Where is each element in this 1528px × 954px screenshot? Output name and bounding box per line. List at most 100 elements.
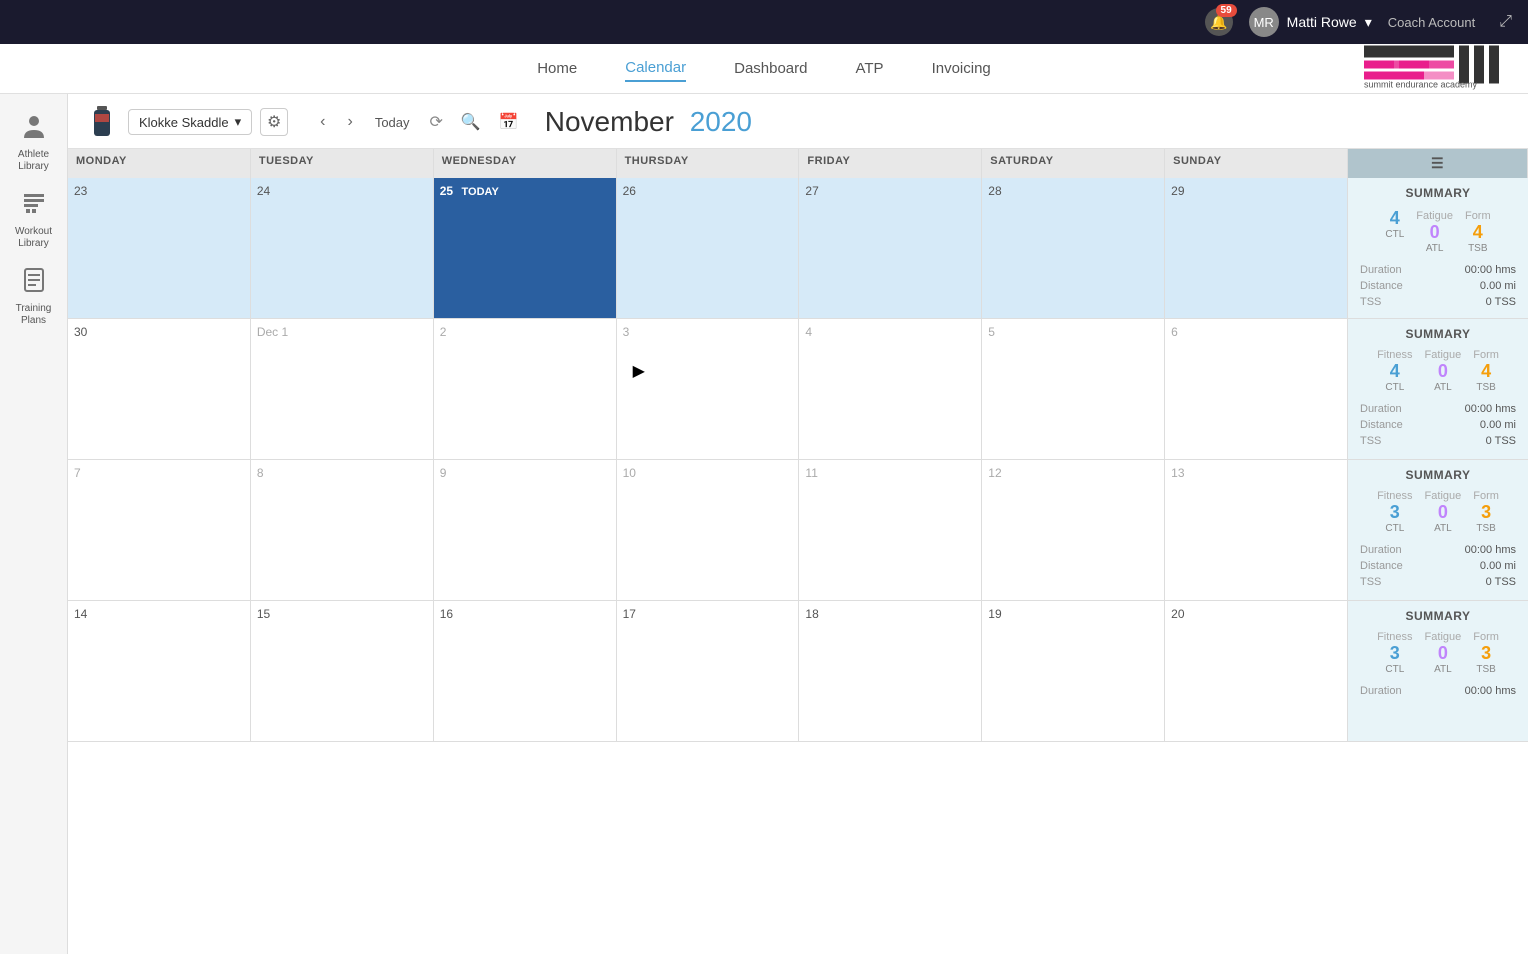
day-cell-10[interactable]: 10: [617, 460, 800, 600]
day-cell-8[interactable]: 8: [251, 460, 434, 600]
day-cell-dec2[interactable]: 2: [434, 319, 617, 459]
day-cell-7[interactable]: 7: [68, 460, 251, 600]
day-header-saturday: SATURDAY: [982, 149, 1165, 178]
sidebar-item-athlete-library[interactable]: AthleteLibrary: [3, 106, 65, 179]
coach-account-link[interactable]: Coach Account: [1388, 15, 1475, 30]
tss-row: TSS 0 TSS: [1360, 294, 1516, 310]
workout-library-label: WorkoutLibrary: [15, 226, 52, 250]
calendar-area: Klokke Skaddle ▾ ⚙ ‹ › Today ⟳ 🔍 📅 Novem…: [68, 94, 1528, 954]
sidebar-item-workout-library[interactable]: WorkoutLibrary: [3, 183, 65, 256]
fatigue-label: ATL: [1416, 243, 1453, 254]
tss-label: TSS: [1360, 576, 1381, 588]
day-cell-30[interactable]: 30: [68, 319, 251, 459]
day-cell-dec1[interactable]: Dec 1: [251, 319, 434, 459]
nav-atp[interactable]: ATP: [856, 56, 884, 81]
day-cell-23[interactable]: 23: [68, 178, 251, 318]
form-stat: Form 4 TSB: [1473, 349, 1499, 393]
day-cell-dec6[interactable]: 6: [1165, 319, 1348, 459]
day-cell-dec4[interactable]: 4: [799, 319, 982, 459]
athlete-dropdown[interactable]: Klokke Skaddle ▾: [128, 109, 252, 135]
content-area: AthleteLibrary WorkoutLibrary: [0, 94, 1528, 954]
duration-value: 00:00 hms: [1465, 685, 1516, 697]
day-cell-14[interactable]: 14: [68, 601, 251, 741]
day-cell-dec5[interactable]: 5: [982, 319, 1165, 459]
fatigue-text-label: Fatigue: [1425, 490, 1462, 502]
day-cell-13[interactable]: 13: [1165, 460, 1348, 600]
form-text-label: Form: [1473, 349, 1499, 361]
notification-bell[interactable]: 🔔 59: [1205, 8, 1233, 36]
fatigue-atl-label: ATL: [1425, 382, 1462, 393]
summary-detail: Duration 00:00 hms Distance 0.00 mi TSS …: [1360, 262, 1516, 310]
sidebar-item-training-plans[interactable]: TrainingPlans: [3, 260, 65, 333]
distance-row: Distance 0.00 mi: [1360, 278, 1516, 294]
duration-row: Duration 00:00 hms: [1360, 683, 1516, 699]
day-cell-17[interactable]: 17: [617, 601, 800, 741]
day-number: 15: [257, 607, 270, 621]
day-cell-25-today[interactable]: 25 TODAY: [434, 178, 617, 318]
day-cell-24[interactable]: 24: [251, 178, 434, 318]
fatigue-text-label: Fatigue: [1425, 631, 1462, 643]
nav-calendar[interactable]: Calendar: [625, 55, 686, 82]
fitness-ctl-label: CTL: [1377, 382, 1412, 393]
day-cell-28[interactable]: 28: [982, 178, 1165, 318]
duration-value: 00:00 hms: [1465, 544, 1516, 556]
day-header-tuesday: TUESDAY: [251, 149, 434, 178]
day-cell-29[interactable]: 29: [1165, 178, 1348, 318]
day-cell-16[interactable]: 16: [434, 601, 617, 741]
user-name: Matti Rowe: [1287, 14, 1357, 30]
sidebar: AthleteLibrary WorkoutLibrary: [0, 94, 68, 954]
view-toggle-button[interactable]: 📅: [493, 108, 525, 136]
fatigue-stat: Fatigue 0 ATL: [1425, 631, 1462, 675]
day-cell-19[interactable]: 19: [982, 601, 1165, 741]
day-number: 23: [74, 184, 87, 198]
cursor-indicator: ▶: [633, 361, 793, 381]
day-cell-9[interactable]: 9: [434, 460, 617, 600]
distance-label: Distance: [1360, 280, 1403, 292]
athlete-library-label: AthleteLibrary: [18, 149, 49, 173]
hamburger-menu[interactable]: ☰: [1348, 149, 1528, 178]
day-cell-18[interactable]: 18: [799, 601, 982, 741]
week-row-2: 30 Dec 1 2 3 ▶ 4 5 6 SUMMARY: [68, 319, 1528, 460]
day-number: 8: [257, 466, 264, 480]
fatigue-stat: Fatigue 0 ATL: [1425, 349, 1462, 393]
day-cell-15[interactable]: 15: [251, 601, 434, 741]
duration-label: Duration: [1360, 403, 1402, 415]
day-header-monday: MONDAY: [68, 149, 251, 178]
main-nav: Home Calendar Dashboard ATP Invoicing su…: [0, 44, 1528, 94]
fitness-text-label: Fitness: [1377, 349, 1412, 361]
day-cell-12[interactable]: 12: [982, 460, 1165, 600]
next-month-button[interactable]: ›: [339, 109, 360, 135]
day-cell-26[interactable]: 26: [617, 178, 800, 318]
summary-stats: Fitness 3 CTL Fatigue 0 ATL Form 3 TSB: [1360, 490, 1516, 534]
tss-label: TSS: [1360, 296, 1381, 308]
week-row-3: 7 8 9 10 11 12 13 SUMMARY: [68, 460, 1528, 601]
search-button[interactable]: 🔍: [455, 108, 487, 136]
expand-icon[interactable]: ⤢: [1499, 13, 1512, 31]
day-cell-dec3[interactable]: 3 ▶: [617, 319, 800, 459]
fatigue-value: 0: [1425, 643, 1462, 664]
day-cell-11[interactable]: 11: [799, 460, 982, 600]
fitness-value: 3: [1377, 502, 1412, 523]
day-number: 2: [440, 325, 447, 339]
day-cell-20[interactable]: 20: [1165, 601, 1348, 741]
week-row-1: 23 24 25 TODAY 26 27 28 29 SUMMARY: [68, 178, 1528, 319]
athlete-icon: [20, 112, 48, 146]
refresh-button[interactable]: ⟳: [424, 108, 449, 136]
settings-button[interactable]: ⚙: [260, 108, 288, 136]
distance-row: Distance 0.00 mi: [1360, 558, 1516, 574]
day-number: 25: [440, 184, 453, 198]
prev-month-button[interactable]: ‹: [312, 109, 333, 135]
form-value: 3: [1473, 502, 1499, 523]
day-cell-27[interactable]: 27: [799, 178, 982, 318]
day-number: 26: [623, 184, 636, 198]
user-menu[interactable]: MR Matti Rowe ▾: [1249, 7, 1372, 37]
day-header-sunday: SUNDAY: [1165, 149, 1348, 178]
calendar-year: 2020: [690, 106, 752, 137]
nav-dashboard[interactable]: Dashboard: [734, 56, 807, 81]
day-number: 14: [74, 607, 87, 621]
nav-home[interactable]: Home: [537, 56, 577, 81]
calendar-title: November 2020: [545, 106, 752, 138]
dropdown-arrow: ▾: [235, 114, 242, 130]
today-button[interactable]: Today: [367, 111, 418, 134]
nav-invoicing[interactable]: Invoicing: [932, 56, 991, 81]
